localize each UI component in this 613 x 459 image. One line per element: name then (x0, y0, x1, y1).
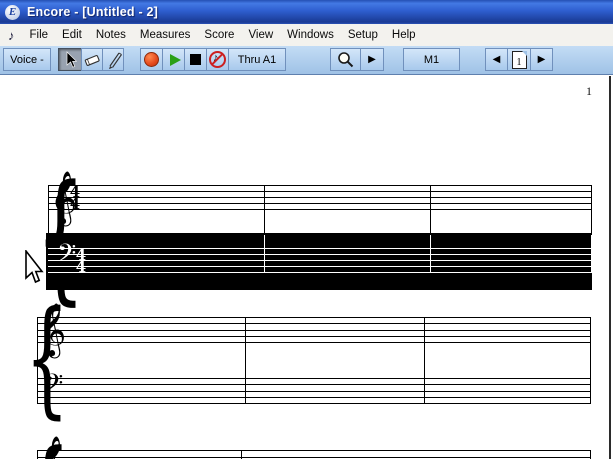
tool-group (58, 48, 123, 71)
encore-window: E Encore - [Untitled - 2] ♪ FileEditNote… (0, 0, 613, 459)
system-1-treble-line (48, 209, 591, 210)
system-1-bass-line (48, 272, 591, 273)
arrow-tool-button[interactable] (58, 48, 82, 71)
document-note-icon: ♪ (8, 28, 15, 43)
system-2-bass-line (37, 403, 590, 404)
system-2-treble-line (37, 336, 590, 337)
system-2-treble-clef: 𝄞 (39, 306, 66, 352)
right-triangle-icon: ▶ (368, 54, 376, 65)
system-1-treble-line (48, 197, 591, 198)
page-doc-number: 1 (513, 57, 526, 68)
menu-item-edit[interactable]: Edit (55, 27, 89, 43)
measure-indicator[interactable]: M1 (403, 48, 460, 71)
page-indicator-button[interactable]: 1 (507, 48, 531, 71)
system-1-treble-timesig: 44 (68, 186, 82, 210)
title-bar: E Encore - [Untitled - 2] (0, 0, 613, 24)
system-3-barline (37, 450, 38, 459)
system-1-treble-line (48, 203, 591, 204)
system-1-bass-line (48, 260, 591, 261)
voice-selector-button[interactable]: Voice - (3, 48, 51, 71)
system-3-treble-line (37, 457, 590, 458)
menu-item-notes[interactable]: Notes (89, 27, 133, 43)
zoom-tool-button[interactable] (330, 48, 361, 71)
encore-app-icon: E (5, 5, 20, 20)
system-2-treble-line (37, 330, 590, 331)
arrow-cursor-icon (62, 51, 78, 69)
zoom-next-button[interactable]: ▶ (360, 48, 384, 71)
magnifier-icon (337, 51, 355, 69)
menu-item-setup[interactable]: Setup (341, 27, 385, 43)
stop-icon (190, 54, 201, 65)
menu-item-view[interactable]: View (241, 27, 280, 43)
stop-button[interactable] (184, 48, 207, 71)
measure-group: M1 (403, 48, 459, 71)
system-2-treble-line (37, 323, 590, 324)
system-2-bass-clef: 𝄢 (44, 372, 63, 402)
thru-indicator[interactable]: Thru A1 (228, 48, 286, 71)
system-2-treble-line (37, 342, 590, 343)
pencil-icon (104, 51, 122, 69)
play-button[interactable] (162, 48, 185, 71)
page-nav-group: ◀ 1 ▶ (485, 48, 552, 71)
system-2-treble-line (37, 317, 590, 318)
record-icon (144, 52, 159, 67)
system-1-bass-barline (264, 235, 265, 273)
menu-item-windows[interactable]: Windows (280, 27, 341, 43)
zoom-group: ▶ (330, 48, 383, 71)
system-1-barline (591, 185, 592, 234)
system-2-bass-line (37, 378, 590, 379)
menu-items: FileEditNotesMeasuresScoreViewWindowsSet… (23, 27, 423, 43)
menu-item-measures[interactable]: Measures (133, 27, 198, 43)
system-1-treble-line (48, 191, 591, 192)
midi-mute-button[interactable]: ♪ (206, 48, 229, 71)
system-1-bass-timesig: 44 (74, 249, 88, 273)
eraser-tool-button[interactable] (81, 48, 103, 71)
play-icon (170, 54, 181, 66)
system-2-barline (590, 317, 591, 404)
system-2-bass-line (37, 391, 590, 392)
left-triangle-icon: ◀ (493, 54, 501, 65)
system-1-bass-line (48, 254, 591, 255)
pencil-tool-button[interactable] (102, 48, 124, 71)
page-doc-icon: 1 (512, 51, 527, 69)
system-1-treble-line (48, 185, 591, 186)
page-number: 1 (586, 84, 592, 99)
menu-item-file[interactable]: File (23, 27, 56, 43)
system-1-barline (264, 185, 265, 234)
system-2-bass-line (37, 384, 590, 385)
page-next-button[interactable]: ▶ (530, 48, 553, 71)
transport-group: ♪ Thru A1 (140, 48, 285, 71)
system-1-barline (48, 185, 49, 234)
record-button[interactable] (140, 48, 163, 71)
system-1-bass-selection (46, 233, 592, 290)
right-triangle-icon: ▶ (538, 54, 546, 65)
eraser-icon (83, 52, 101, 68)
system-3-treble-clef: 𝄞 (39, 439, 66, 459)
window-title: Encore - [Untitled - 2] (27, 5, 158, 19)
toolbar: Voice - (0, 46, 613, 75)
menu-item-help[interactable]: Help (385, 27, 423, 43)
midi-mute-icon: ♪ (209, 51, 226, 68)
system-2-bass-line (37, 397, 590, 398)
page-right-edge (609, 76, 611, 459)
system-3-treble-line (37, 450, 590, 451)
menu-item-score[interactable]: Score (197, 27, 241, 43)
system-1-bass-line (48, 266, 591, 267)
system-3-barline (590, 450, 591, 459)
system-1-barline (430, 185, 431, 234)
voice-group: Voice - (3, 48, 50, 71)
system-1-bass-barline (591, 235, 592, 273)
system-1-bass-line (48, 248, 591, 249)
menu-bar: ♪ FileEditNotesMeasuresScoreViewWindowsS… (0, 24, 613, 46)
score-page[interactable]: 1 {𝄞44𝄢44{𝄞𝄢{𝄞 (0, 75, 613, 459)
system-3-barline (241, 450, 242, 459)
system-1-bass-barline (430, 235, 431, 273)
page-prev-button[interactable]: ◀ (485, 48, 508, 71)
